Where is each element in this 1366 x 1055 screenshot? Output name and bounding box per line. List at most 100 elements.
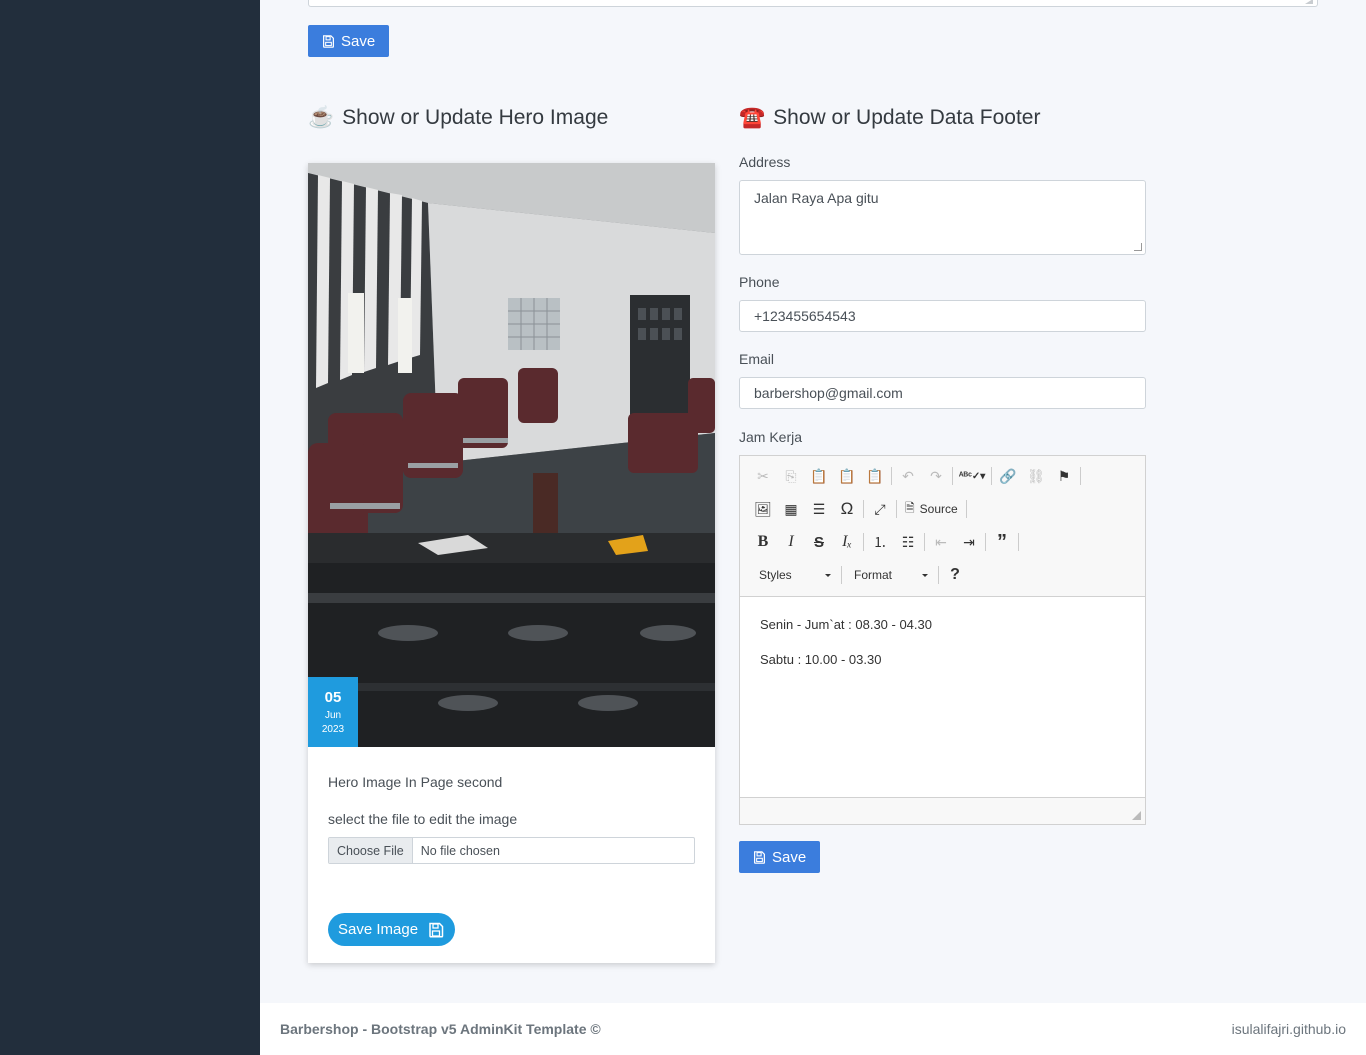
resize-grip[interactable] [1305, 0, 1313, 4]
toolbar-separator [1080, 467, 1081, 485]
toolbar-separator [952, 467, 953, 485]
address-label: Address [739, 154, 791, 170]
format-label: Format [854, 568, 893, 582]
hero-section-title: ☕ Show or Update Hero Image [308, 106, 608, 130]
file-input[interactable]: Choose File No file chosen [328, 837, 695, 864]
paste-text-icon[interactable]: 📋 [833, 463, 861, 489]
phone-field[interactable]: +123455654543 [739, 300, 1146, 332]
sidebar [0, 0, 260, 1055]
chevron-down-icon [922, 573, 928, 577]
toolbar-separator [924, 533, 925, 551]
phone-label: Phone [739, 274, 780, 290]
numbered-list-icon[interactable]: ⒈ [866, 529, 894, 555]
bulleted-list-icon[interactable]: ☷ [894, 529, 922, 555]
barbershop-photo [308, 163, 715, 747]
telephone-icon: ☎️ [739, 106, 766, 129]
rich-text-editor[interactable]: ✂ ⎘ 📋 📋 📋 ↶ ↷ ᴬᴮᶜ✓▾ 🔗 ⛓ ⚑ 🖼 ▦ ☰ Ω ⤢ 🗎 So… [739, 455, 1146, 825]
toolbar-separator [1018, 533, 1019, 551]
save-icon [754, 850, 765, 864]
main-content: Save ☕ Show or Update Hero Image 05 Jun … [260, 0, 1366, 1055]
image-icon[interactable]: 🖼 [749, 496, 777, 522]
choose-file-button[interactable]: Choose File [329, 838, 413, 863]
date-badge: 05 Jun 2023 [308, 677, 358, 747]
editor-statusbar [740, 797, 1145, 824]
save-button-footer[interactable]: Save [739, 841, 821, 873]
copy-icon[interactable]: ⎘ [777, 463, 805, 489]
email-label: Email [739, 351, 775, 367]
hours-line-weekday: Senin - Jum`at : 08.30 - 04.30 [760, 617, 932, 632]
editor-content[interactable]: Senin - Jum`at : 08.30 - 04.30 Sabtu : 1… [740, 597, 1145, 797]
hero-caption: Hero Image In Page second [328, 774, 503, 790]
toolbar-separator [938, 566, 939, 584]
toolbar-separator [841, 566, 842, 584]
paste-word-icon[interactable]: 📋 [861, 463, 889, 489]
toolbar-separator [985, 533, 986, 551]
styles-dropdown[interactable]: Styles [749, 562, 839, 588]
hero-card: 05 Jun 2023 Hero Image In Page second se… [308, 163, 715, 963]
date-year: 2023 [321, 724, 345, 735]
redo-icon[interactable]: ↷ [922, 463, 950, 489]
table-icon[interactable]: ▦ [777, 496, 805, 522]
save-icon [429, 922, 444, 938]
save-button-label: Save [772, 848, 807, 866]
chevron-down-icon [825, 573, 831, 577]
email-value: barbershop@gmail.com [754, 385, 903, 401]
blockquote-icon[interactable]: ” [988, 529, 1016, 555]
editor-toolbar: ✂ ⎘ 📋 📋 📋 ↶ ↷ ᴬᴮᶜ✓▾ 🔗 ⛓ ⚑ 🖼 ▦ ☰ Ω ⤢ 🗎 So… [740, 456, 1145, 597]
toolbar-separator [965, 500, 967, 518]
hero-image [308, 163, 715, 747]
horizontal-rule-icon[interactable]: ☰ [805, 496, 833, 522]
footer-link[interactable]: isulalifajri.github.io [1232, 1021, 1346, 1037]
maximize-icon[interactable]: ⤢ [866, 496, 894, 522]
footer-title-text: Show or Update Data Footer [773, 106, 1041, 129]
save-button-label: Save [341, 32, 376, 50]
phone-value: +123455654543 [754, 308, 856, 324]
save-image-label: Save Image [338, 921, 419, 938]
save-button-top[interactable]: Save [308, 25, 390, 57]
hours-label: Jam Kerja [739, 429, 803, 445]
toolbar-separator [863, 500, 864, 518]
format-dropdown[interactable]: Format [844, 562, 936, 588]
bold-icon[interactable]: B [749, 529, 777, 555]
strike-icon[interactable]: S [805, 529, 833, 555]
date-month: Jun [324, 710, 342, 721]
coffee-icon: ☕ [308, 106, 335, 129]
source-icon: 🗎 [905, 500, 915, 515]
link-icon[interactable]: 🔗 [994, 463, 1022, 489]
footer-brand: Barbershop - Bootstrap v5 AdminKit Templ… [280, 1021, 601, 1037]
source-button[interactable]: 🗎 Source [899, 496, 964, 522]
resize-grip[interactable] [1134, 243, 1142, 251]
file-status: No file chosen [420, 843, 500, 858]
anchor-flag-icon[interactable]: ⚑ [1050, 463, 1078, 489]
special-char-icon[interactable]: Ω [833, 496, 861, 522]
help-icon[interactable]: ? [941, 562, 969, 588]
toolbar-separator [863, 533, 864, 551]
resize-grip[interactable] [1132, 811, 1141, 820]
spellcheck-icon[interactable]: ᴬᴮᶜ✓▾ [955, 463, 989, 489]
remove-format-icon[interactable]: Iₓ [833, 529, 861, 555]
toolbar-separator [896, 500, 897, 518]
source-label: Source [919, 502, 958, 516]
address-value: Jalan Raya Apa gitu [754, 190, 879, 206]
date-day: 05 [324, 689, 342, 706]
cut-icon[interactable]: ✂ [749, 463, 777, 489]
address-field[interactable]: Jalan Raya Apa gitu [739, 180, 1146, 255]
toolbar-separator [891, 467, 892, 485]
email-field[interactable]: barbershop@gmail.com [739, 377, 1146, 409]
indent-icon[interactable]: ⇥ [955, 529, 983, 555]
previous-textarea[interactable] [308, 0, 1318, 7]
unlink-icon[interactable]: ⛓ [1022, 463, 1050, 489]
outdent-icon[interactable]: ⇤ [927, 529, 955, 555]
save-icon [323, 34, 334, 48]
hero-title-text: Show or Update Hero Image [342, 106, 609, 129]
italic-icon[interactable]: I [777, 529, 805, 555]
undo-icon[interactable]: ↶ [894, 463, 922, 489]
footer-section-title: ☎️ Show or Update Data Footer [739, 106, 1040, 130]
hours-line-saturday: Sabtu : 10.00 - 03.30 [760, 652, 882, 667]
paste-icon[interactable]: 📋 [805, 463, 833, 489]
page-footer: Barbershop - Bootstrap v5 AdminKit Templ… [260, 1003, 1366, 1055]
file-prompt: select the file to edit the image [328, 811, 518, 827]
styles-label: Styles [759, 568, 792, 582]
toolbar-separator [991, 467, 992, 485]
save-image-button[interactable]: Save Image [328, 913, 456, 946]
